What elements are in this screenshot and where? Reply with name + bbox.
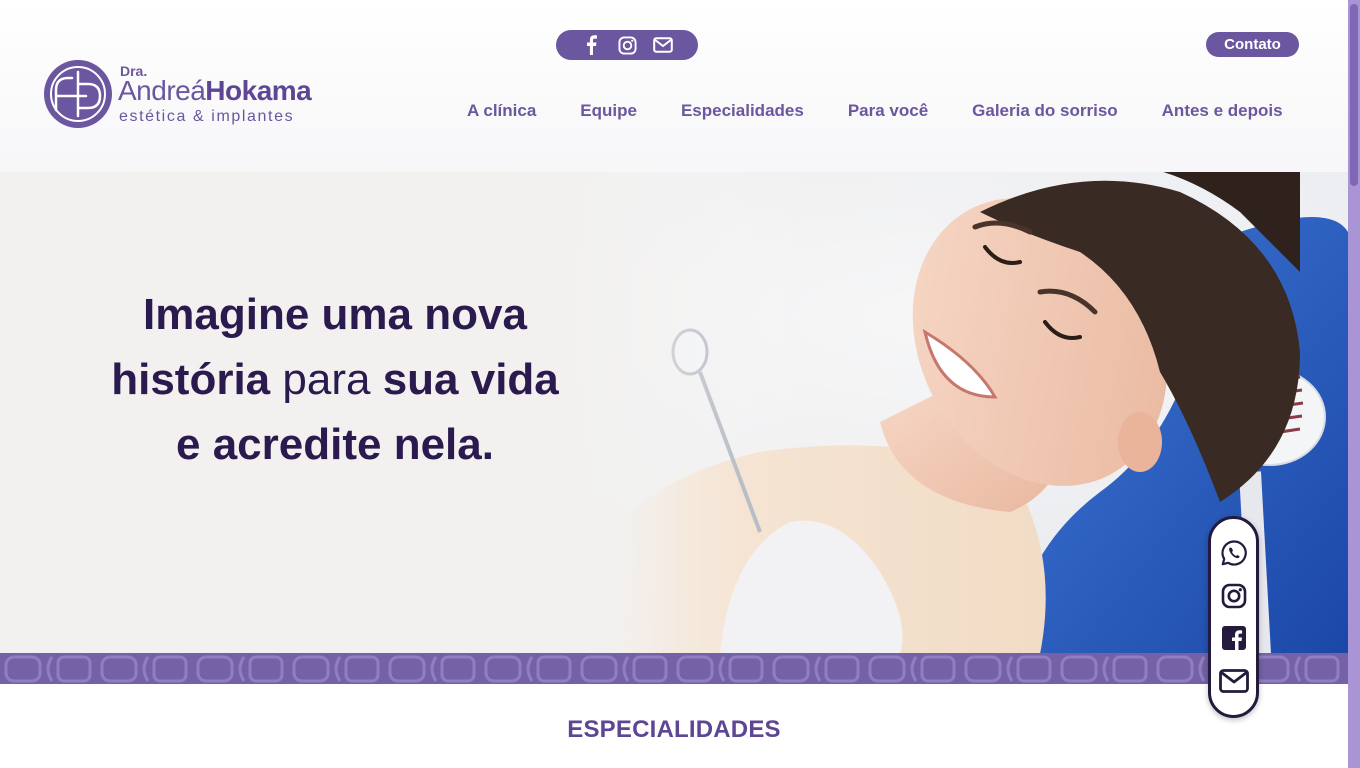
instagram-icon[interactable] [616, 34, 638, 56]
site-header: Dra. AndreáHokama estética & implantes C… [0, 0, 1348, 172]
header-social-links [556, 30, 698, 60]
logo-last-name: Hokama [205, 75, 312, 106]
nav-item-antes-depois[interactable]: Antes e depois [1140, 101, 1305, 121]
scrollbar-thumb[interactable] [1350, 4, 1358, 186]
page: Dra. AndreáHokama estética & implantes C… [0, 0, 1360, 768]
hero-line-2b: para [282, 355, 371, 404]
hero-banner: Imagine uma nova história para sua vida … [0, 172, 1348, 654]
mail-icon[interactable] [1218, 666, 1249, 696]
main-nav: A clínica Equipe Especialidades Para voc… [445, 96, 1305, 126]
page-scrollbar[interactable] [1348, 0, 1360, 768]
hero-line-3: e acredite nela. [176, 420, 494, 469]
facebook-icon[interactable] [580, 34, 602, 56]
hero-line-2a: história [111, 355, 271, 404]
decorative-pattern-band [0, 653, 1348, 684]
facebook-icon[interactable] [1219, 623, 1249, 653]
logo-tagline: estética & implantes [119, 108, 295, 125]
site-logo[interactable]: Dra. AndreáHokama estética & implantes [42, 58, 332, 132]
hero-heading: Imagine uma nova história para sua vida … [60, 282, 610, 477]
whatsapp-icon[interactable] [1219, 538, 1249, 568]
nav-item-especialidades[interactable]: Especialidades [659, 101, 826, 121]
nav-item-clinica[interactable]: A clínica [445, 101, 558, 121]
logo-first-name: Andreá [118, 75, 206, 106]
section-title-especialidades: ESPECIALIDADES [567, 716, 781, 743]
instagram-icon[interactable] [1219, 581, 1249, 611]
pattern-graphic [0, 653, 1348, 684]
hero-line-1: Imagine uma nova [143, 290, 527, 339]
hero-line-2c: sua vida [382, 355, 559, 404]
nav-item-para-voce[interactable]: Para você [826, 101, 950, 121]
floating-contact-bar [1208, 516, 1259, 718]
mail-icon[interactable] [652, 34, 674, 56]
logo-name: AndreáHokama [118, 75, 312, 106]
nav-item-galeria[interactable]: Galeria do sorriso [950, 101, 1140, 121]
contact-button[interactable]: Contato [1206, 32, 1299, 57]
nav-item-equipe[interactable]: Equipe [558, 101, 659, 121]
logo-mark-icon [44, 60, 112, 128]
